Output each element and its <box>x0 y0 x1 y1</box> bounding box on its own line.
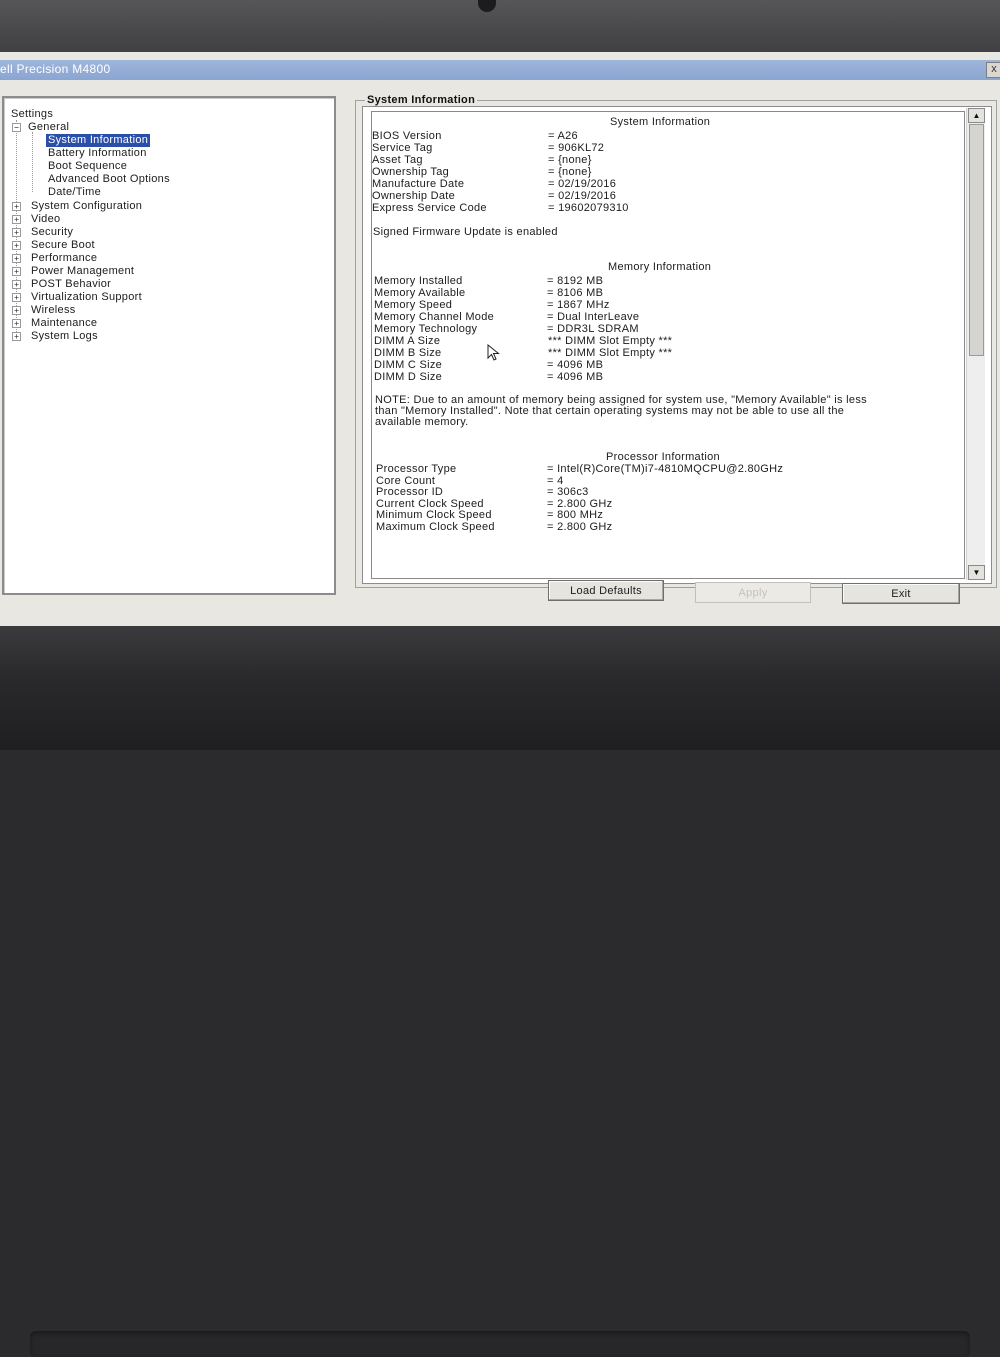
expand-icon[interactable]: + <box>12 319 21 328</box>
info-value: = 4096 MB <box>547 371 604 383</box>
tree-node-maintenance[interactable]: Maintenance <box>31 317 97 330</box>
expand-icon[interactable]: + <box>12 293 21 302</box>
window-title: ell Precision M4800 <box>0 62 111 76</box>
tree-item-boot-sequence[interactable]: Boot Sequence <box>48 160 127 173</box>
bios-setup-screen: ell Precision M4800 x Settings − General… <box>0 52 1000 626</box>
exit-button[interactable]: Exit <box>842 583 960 604</box>
expand-icon[interactable]: + <box>12 228 21 237</box>
info-value: = Intel(R)Core(TM)i7-4810MQCPU@2.80GHz <box>547 463 784 475</box>
processor-info-heading: Processor Information <box>606 451 720 463</box>
tree-node-system-logs[interactable]: System Logs <box>31 330 98 343</box>
info-content: System Information BIOS Version = A26 Se… <box>371 111 965 579</box>
tree-node-secure-boot[interactable]: Secure Boot <box>31 239 95 252</box>
info-value: = 1867 MHz <box>547 299 610 311</box>
info-label: Memory Speed <box>374 299 453 311</box>
info-value: = DDR3L SDRAM <box>547 323 639 335</box>
laptop-bezel-bottom <box>0 626 1000 1357</box>
expand-icon[interactable]: + <box>12 254 21 263</box>
info-label: Memory Channel Mode <box>374 311 495 323</box>
system-info-heading: System Information <box>610 116 711 128</box>
info-label: Processor Type <box>376 463 457 475</box>
tree-node-system-configuration[interactable]: System Configuration <box>31 200 142 213</box>
load-defaults-button[interactable]: Load Defaults <box>548 580 664 601</box>
mouse-pointer-icon <box>487 344 500 361</box>
info-value: *** DIMM Slot Empty *** <box>548 335 673 347</box>
info-value: = 8106 MB <box>547 287 604 299</box>
group-title: System Information <box>365 94 478 106</box>
tree-root-settings[interactable]: Settings <box>11 108 53 121</box>
scroll-up-icon[interactable]: ▲ <box>968 108 985 123</box>
title-bar: ell Precision M4800 x <box>0 60 1000 80</box>
info-value: *** DIMM Slot Empty *** <box>548 347 673 359</box>
collapse-icon[interactable]: − <box>12 123 21 132</box>
info-label: Express Service Code <box>372 202 487 214</box>
memory-note-line: available memory. <box>375 416 469 428</box>
tree-item-system-information[interactable]: System Information <box>46 134 151 147</box>
tree-item-date-time[interactable]: Date/Time <box>48 186 101 199</box>
apply-button[interactable]: Apply <box>695 582 811 603</box>
webcam <box>478 0 496 12</box>
info-label: Asset Tag <box>372 154 423 166</box>
info-value: = Dual InterLeave <box>547 311 640 323</box>
expand-icon[interactable]: + <box>12 332 21 341</box>
info-label: Manufacture Date <box>372 178 465 190</box>
memory-info-heading: Memory Information <box>608 261 712 273</box>
tree-node-security[interactable]: Security <box>31 226 73 239</box>
tree-node-virtualization-support[interactable]: Virtualization Support <box>31 291 142 304</box>
expand-icon[interactable]: + <box>12 280 21 289</box>
firmware-status: Signed Firmware Update is enabled <box>373 226 558 238</box>
info-label: Ownership Date <box>372 190 456 202</box>
info-value: = 02/19/2016 <box>548 190 617 202</box>
info-value: = 306c3 <box>547 486 589 498</box>
tree-node-performance[interactable]: Performance <box>31 252 97 265</box>
info-value: = 02/19/2016 <box>548 178 617 190</box>
info-label: Memory Available <box>374 287 466 299</box>
tree-guide-line <box>32 132 33 192</box>
close-button[interactable]: x <box>986 62 1000 78</box>
scroll-thumb[interactable] <box>969 124 984 356</box>
info-value: = 8192 MB <box>547 275 604 287</box>
info-label: Memory Installed <box>374 275 463 287</box>
settings-tree: Settings − General System Information Ba… <box>2 96 336 595</box>
info-label: BIOS Version <box>372 130 442 142</box>
expand-icon[interactable]: + <box>12 215 21 224</box>
info-value: = A26 <box>548 130 578 142</box>
expand-icon[interactable]: + <box>12 267 21 276</box>
info-label: Ownership Tag <box>372 166 450 178</box>
info-label: Service Tag <box>372 142 433 154</box>
info-panel: System Information BIOS Version = A26 Se… <box>362 106 992 584</box>
info-label: Maximum Clock Speed <box>376 521 495 533</box>
tree-node-wireless[interactable]: Wireless <box>31 304 76 317</box>
info-label: DIMM A Size <box>374 335 441 347</box>
info-value: = 19602079310 <box>548 202 629 214</box>
expand-icon[interactable]: + <box>12 241 21 250</box>
expand-icon[interactable]: + <box>12 202 21 211</box>
info-value: = 906KL72 <box>548 142 605 154</box>
tree-item-advanced-boot-options[interactable]: Advanced Boot Options <box>48 173 170 186</box>
info-label: Minimum Clock Speed <box>376 509 492 521</box>
tree-node-general[interactable]: General <box>28 121 69 134</box>
info-value: = 4096 MB <box>547 359 604 371</box>
hinge <box>30 1331 970 1357</box>
tree-item-battery-information[interactable]: Battery Information <box>48 147 147 160</box>
info-value: = 2.800 GHz <box>547 521 613 533</box>
info-label: DIMM B Size <box>374 347 442 359</box>
vertical-scrollbar[interactable]: ▲ ▼ <box>966 108 985 580</box>
tree-node-post-behavior[interactable]: POST Behavior <box>31 278 111 291</box>
info-value: = {none} <box>548 154 592 166</box>
info-label: DIMM C Size <box>374 359 443 371</box>
tree-node-video[interactable]: Video <box>31 213 60 226</box>
expand-icon[interactable]: + <box>12 306 21 315</box>
info-value: = 800 MHz <box>547 509 604 521</box>
laptop-bezel-top <box>0 0 1000 52</box>
scroll-down-icon[interactable]: ▼ <box>968 565 985 580</box>
info-label: Processor ID <box>376 486 444 498</box>
info-label: Memory Technology <box>374 323 478 335</box>
tree-node-power-management[interactable]: Power Management <box>31 265 134 278</box>
info-label: DIMM D Size <box>374 371 443 383</box>
info-value: = {none} <box>548 166 592 178</box>
